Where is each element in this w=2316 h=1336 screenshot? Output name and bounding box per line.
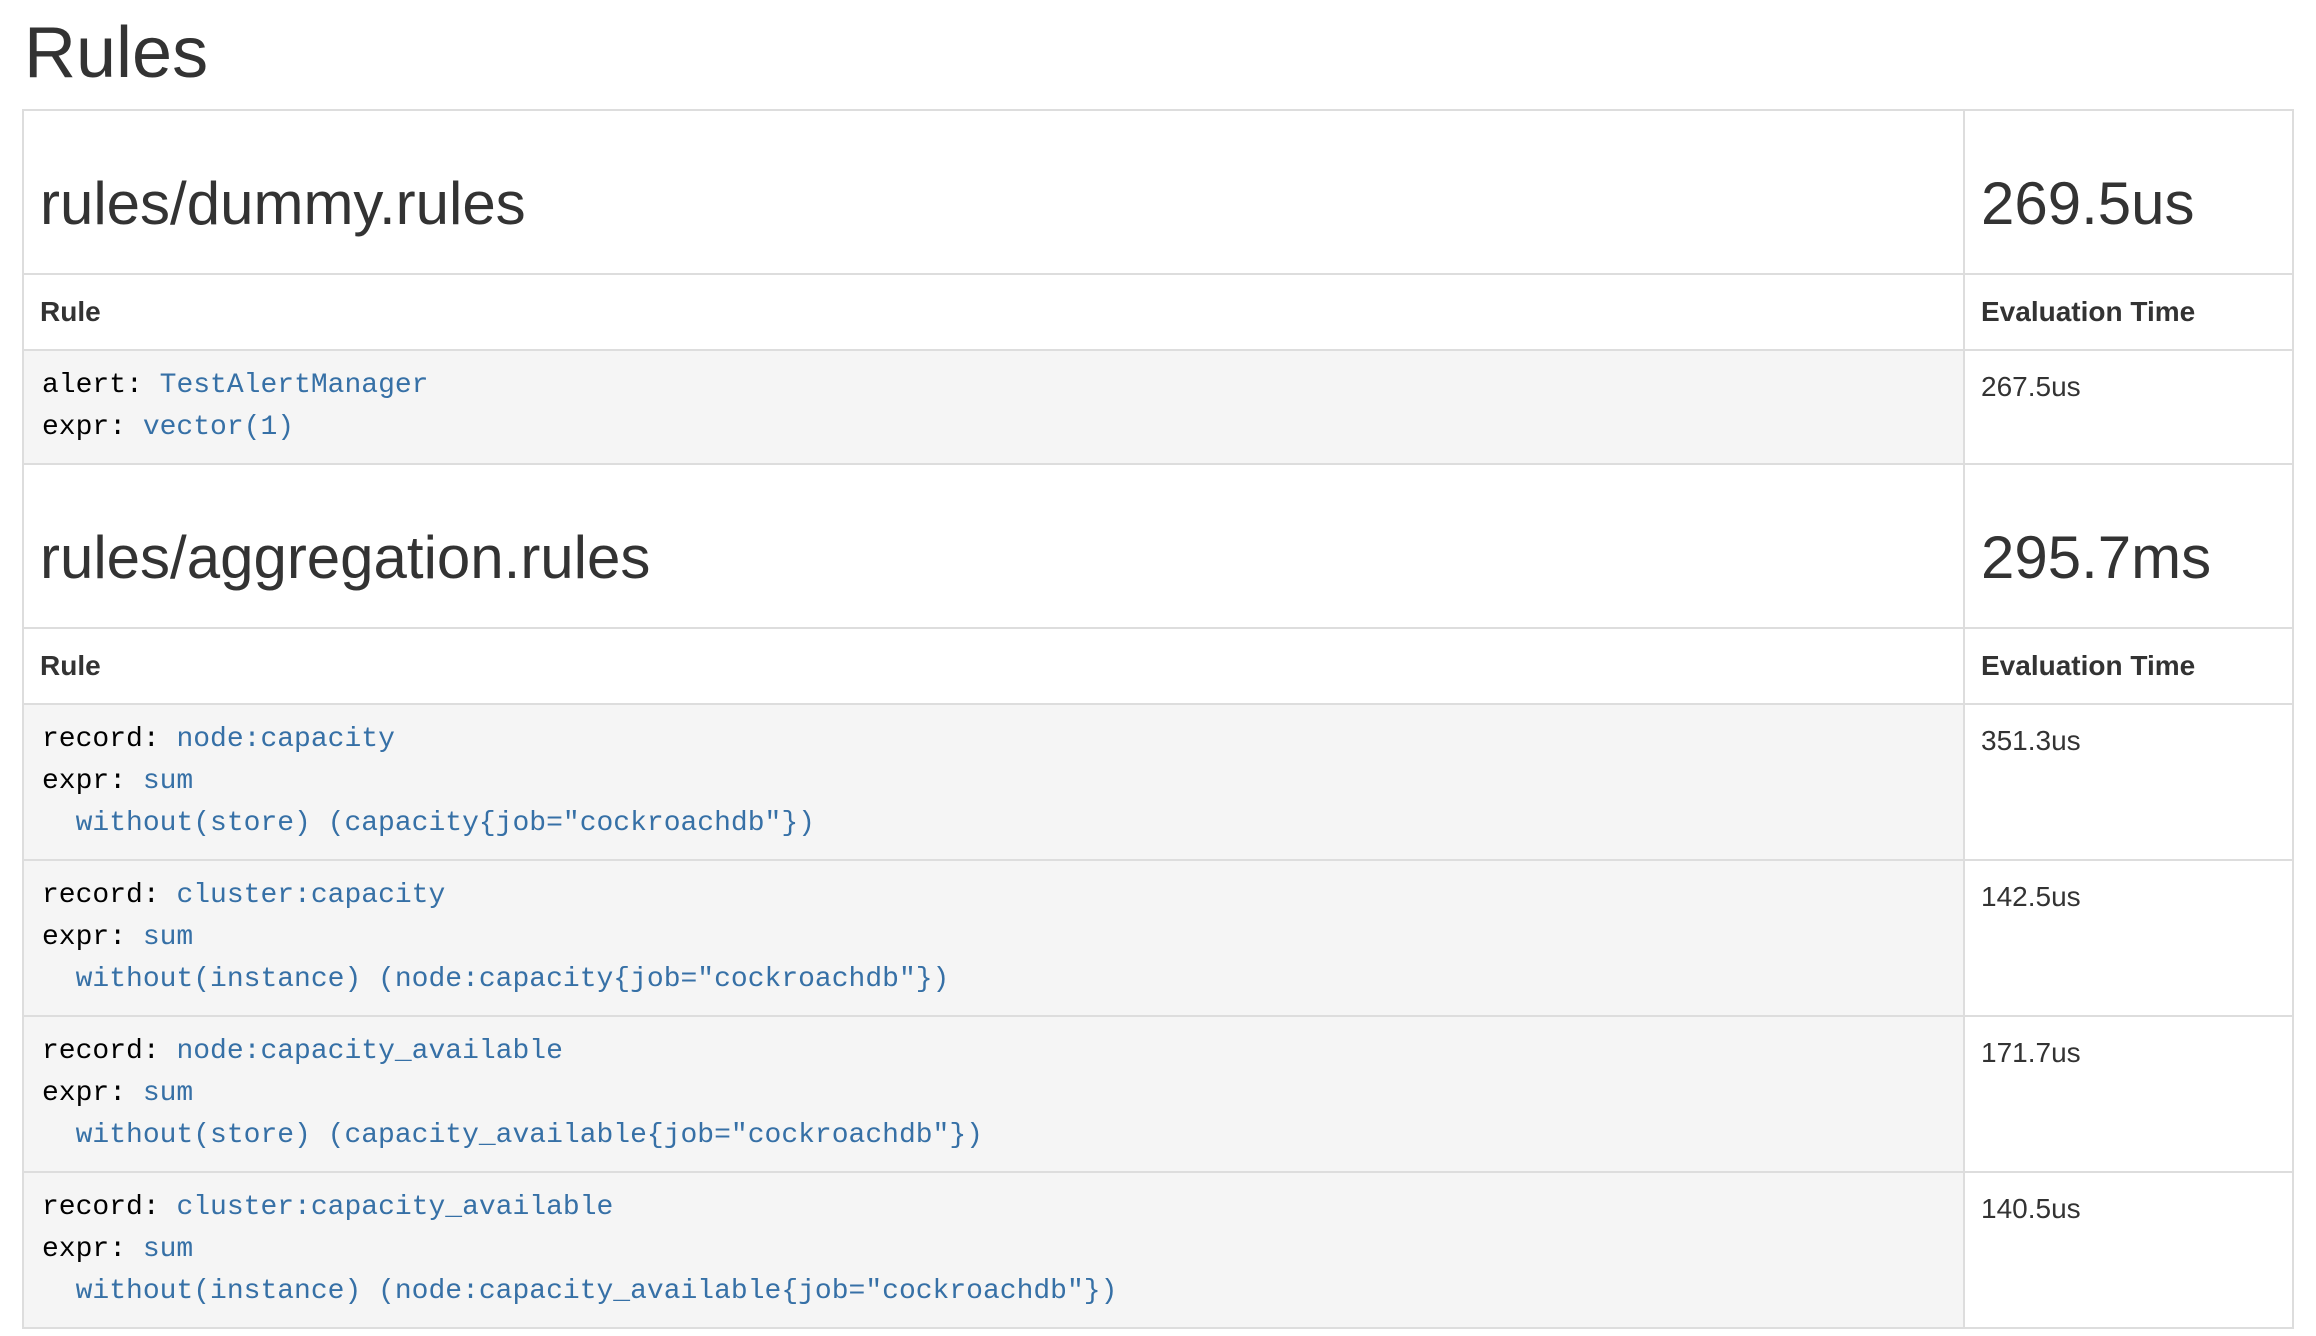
- rule-field-key: alert:: [42, 370, 143, 401]
- rule-definition-cell: record: node:capacity_available expr: su…: [23, 1016, 1964, 1172]
- rule-field-key: expr:: [42, 1078, 126, 1109]
- rule-value-link[interactable]: node:capacity: [176, 724, 394, 755]
- rule-group-eval-time: 269.5us: [1981, 171, 2276, 237]
- evaluation-time-column-header: Evaluation Time: [1964, 628, 2293, 704]
- rule-value-link[interactable]: cluster:capacity_available: [176, 1192, 613, 1223]
- rule-group-header-row: rules/dummy.rules 269.5us: [23, 110, 2293, 274]
- rule-group-header-row: rules/aggregation.rules 295.7ms: [23, 464, 2293, 628]
- rule-column-header: Rule: [23, 628, 1964, 704]
- rule-definition: record: cluster:capacity_available expr:…: [42, 1187, 1945, 1313]
- rule-value-link[interactable]: sum without(store) (capacity{job="cockro…: [42, 766, 815, 839]
- rule-definition-cell: alert: TestAlertManager expr: vector(1): [23, 350, 1964, 464]
- rule-group-file: rules/dummy.rules: [40, 171, 1947, 237]
- rule-field-key: expr:: [42, 766, 126, 797]
- rule-field-key: record:: [42, 724, 160, 755]
- rule-eval-time: 351.3us: [1964, 704, 2293, 860]
- rule-group-file-cell: rules/dummy.rules: [23, 110, 1964, 274]
- rule-field-key: expr:: [42, 1234, 126, 1265]
- rule-row: alert: TestAlertManager expr: vector(1) …: [23, 350, 2293, 464]
- rule-eval-time: 267.5us: [1964, 350, 2293, 464]
- rule-group-file-cell: rules/aggregation.rules: [23, 464, 1964, 628]
- page-title: Rules: [24, 14, 2292, 93]
- rule-value-link[interactable]: sum without(instance) (node:capacity{job…: [42, 922, 949, 995]
- rule-definition-cell: record: node:capacity expr: sum without(…: [23, 704, 1964, 860]
- rule-field-key: record:: [42, 880, 160, 911]
- rule-field-key: record:: [42, 1036, 160, 1067]
- rule-eval-time: 171.7us: [1964, 1016, 2293, 1172]
- evaluation-time-column-header: Evaluation Time: [1964, 274, 2293, 350]
- rule-row: record: node:capacity expr: sum without(…: [23, 704, 2293, 860]
- rule-definition: record: node:capacity_available expr: su…: [42, 1031, 1945, 1157]
- rule-eval-time: 140.5us: [1964, 1172, 2293, 1328]
- rule-definition: alert: TestAlertManager expr: vector(1): [42, 365, 1945, 449]
- rule-eval-time: 142.5us: [1964, 860, 2293, 1016]
- column-header-row: Rule Evaluation Time: [23, 274, 2293, 350]
- rule-group-eval-time-cell: 269.5us: [1964, 110, 2293, 274]
- rule-definition: record: cluster:capacity expr: sum witho…: [42, 875, 1945, 1001]
- rule-row: record: cluster:capacity_available expr:…: [23, 1172, 2293, 1328]
- rules-page: Rules rules/dummy.rules 269.5us Rule Eva…: [0, 14, 2316, 1329]
- rule-group-eval-time-cell: 295.7ms: [1964, 464, 2293, 628]
- rule-definition: record: node:capacity expr: sum without(…: [42, 719, 1945, 845]
- rule-value-link[interactable]: node:capacity_available: [176, 1036, 562, 1067]
- rule-field-key: record:: [42, 1192, 160, 1223]
- rule-definition-cell: record: cluster:capacity expr: sum witho…: [23, 860, 1964, 1016]
- rule-definition-cell: record: cluster:capacity_available expr:…: [23, 1172, 1964, 1328]
- rule-row: record: cluster:capacity expr: sum witho…: [23, 860, 2293, 1016]
- rule-column-header: Rule: [23, 274, 1964, 350]
- column-header-row: Rule Evaluation Time: [23, 628, 2293, 704]
- rule-value-link[interactable]: vector(1): [143, 412, 294, 443]
- rule-value-link[interactable]: cluster:capacity: [176, 880, 445, 911]
- rule-group-eval-time: 295.7ms: [1981, 525, 2276, 591]
- rule-row: record: node:capacity_available expr: su…: [23, 1016, 2293, 1172]
- rule-group-file: rules/aggregation.rules: [40, 525, 1947, 591]
- rule-field-key: expr:: [42, 922, 126, 953]
- rule-value-link[interactable]: sum without(store) (capacity_available{j…: [42, 1078, 983, 1151]
- rule-value-link[interactable]: TestAlertManager: [160, 370, 429, 401]
- rules-table: rules/dummy.rules 269.5us Rule Evaluatio…: [22, 109, 2294, 1329]
- rule-field-key: expr:: [42, 412, 126, 443]
- rule-value-link[interactable]: sum without(instance) (node:capacity_ava…: [42, 1234, 1117, 1307]
